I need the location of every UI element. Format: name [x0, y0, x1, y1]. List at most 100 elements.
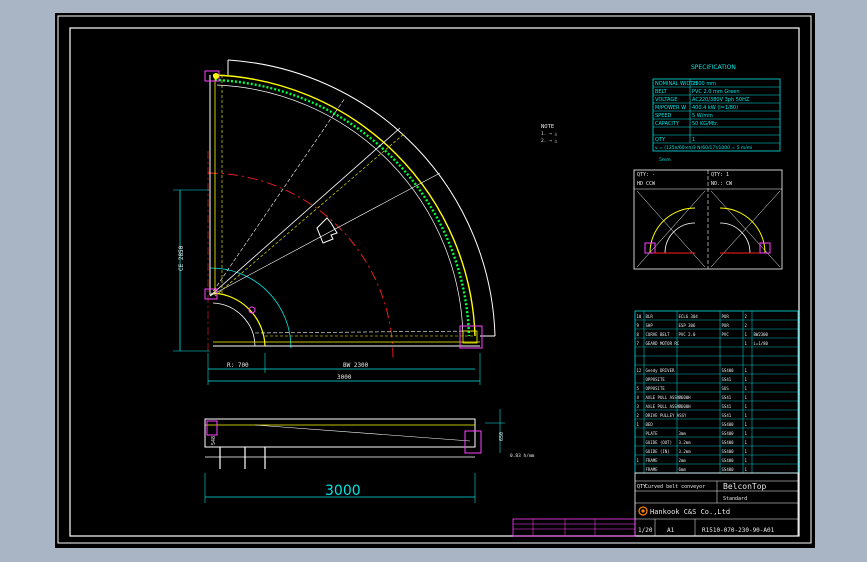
cad-drawing[interactable]: CE 2850 R: 700 BW 2300 3000 NOTE 1. → △ … — [55, 13, 815, 548]
bom-cell-r16-c0: 1 — [637, 458, 640, 463]
title-scale: 1/20 — [638, 527, 653, 534]
flow-direction-arrow — [316, 217, 338, 244]
side-dim-548: 548 — [211, 436, 217, 445]
side-pulley-left — [206, 420, 218, 436]
bom-cell-r10-c1: AXLE PULL ASSY — [646, 404, 680, 409]
bom-cell-r9-c2: Ø600H — [679, 395, 692, 400]
bom-cell-r9-c3: SS41 — [722, 395, 732, 400]
bom-cell-r2-c3: PVC — [722, 332, 730, 337]
bom-cell-r2-c1: CURVE BELT — [646, 332, 671, 337]
note-line-2: 2. → △ — [541, 138, 558, 144]
bom-cell-r12-c3: SS400 — [722, 422, 735, 427]
bom-cell-r16-c4: 1 — [745, 458, 748, 463]
bom-cell-r0-c1: BLR — [646, 314, 654, 319]
side-frame — [204, 418, 476, 448]
drawing-canvas[interactable]: CE 2850 R: 700 BW 2300 3000 NOTE 1. → △ … — [55, 13, 815, 548]
radial-line-1 — [209, 127, 401, 297]
layout-right-sub: NO.: CW — [711, 181, 733, 187]
bom-cell-r14-c3: SS400 — [722, 440, 735, 445]
spec-footnote: 5mm — [659, 157, 671, 163]
bom-cell-r3-c0: 7 — [637, 341, 640, 346]
plan-view[interactable]: CE 2850 R: 700 BW 2300 3000 — [173, 59, 496, 385]
height-dimension-label: CE 2850 — [178, 245, 185, 271]
title-block: QTY Curved belt conveyor BelconTop Stand… — [634, 472, 799, 537]
note-title: NOTE — [541, 124, 554, 130]
bom-cell-r6-c4: 1 — [745, 368, 748, 373]
bom-cell-r14-c2: 3.2mm — [679, 440, 692, 445]
spec-key-4: SPEED — [655, 113, 672, 119]
spec-title: SPECIFICATION — [691, 64, 736, 71]
bom-cell-r8-c4: 1 — [745, 386, 748, 391]
spec-key-0: NOMINAL WIDTH — [655, 81, 697, 87]
bom-cell-r15-c1: GUIDE (IN) — [646, 449, 670, 454]
bom-cell-r14-c1: GUIDE (OUT) — [646, 440, 673, 445]
bom-cell-r11-c3: SS41 — [722, 413, 732, 418]
pulley-top-dot — [213, 73, 219, 79]
title-company: Hankook C&S Co.,Ltd — [650, 508, 730, 516]
bom-cell-r7-c3: SS41 — [722, 377, 732, 382]
spec-val-5: 50 KG/Mtr. — [692, 121, 719, 127]
radial-line-4 — [209, 97, 346, 297]
revision-strip — [512, 518, 636, 537]
title-sheet-size: A1 — [667, 527, 675, 534]
bom-cell-r13-c4: 1 — [745, 431, 748, 436]
spec-val-0: 2300 mm — [692, 81, 716, 87]
belt-width-label: BW 2300 — [343, 362, 369, 369]
sheet-inner-border — [69, 27, 800, 537]
radial-line-3 — [209, 172, 441, 297]
bom-cell-r6-c1: Geedy DRIVER — [646, 368, 675, 373]
bom-cell-r3-c5: i=1/80 — [754, 341, 769, 346]
total-width-label: 3000 — [337, 374, 352, 381]
radius-label: R: 700 — [227, 362, 249, 369]
bom-cell-r1-c2: ESP 306 — [679, 323, 696, 328]
bom-cell-r10-c2: Ø600H — [679, 404, 692, 409]
layout-left-sub: HD CCW — [637, 181, 656, 187]
spec-key-5: CAPACITY — [655, 121, 680, 127]
bom-cell-r3-c4: 1 — [745, 341, 748, 346]
bom-cell-r7-c1: OPPOSITE — [646, 377, 666, 382]
side-diagonal — [254, 424, 471, 442]
radial-line-5 — [254, 330, 476, 334]
bom-cell-r9-c0: 4 — [637, 395, 640, 400]
bom-cell-r13-c3: SS400 — [722, 431, 735, 436]
bom-cell-r8-c1: OPPOSITE — [646, 386, 666, 391]
spec-val-6: 1 — [692, 137, 695, 143]
bom-cell-r2-c0: 8 — [637, 332, 640, 337]
note-block: NOTE 1. → △ 2. → △ — [541, 124, 558, 144]
bom-cell-r0-c3: PUR — [722, 314, 730, 319]
bom-cell-r11-c4: 1 — [745, 413, 748, 418]
side-dim-650: 650 — [499, 432, 505, 441]
spec-key-1: BELT — [655, 89, 668, 95]
spec-val-1: PVC 2.0 mm Green — [692, 89, 740, 95]
radial-line-2 — [214, 132, 406, 297]
bom-cell-r17-c1: FRAME — [646, 467, 659, 472]
bom-cell-r8-c3: SUS — [722, 386, 730, 391]
title-description: Curved belt conveyor — [645, 484, 705, 490]
bom-cell-r17-c3: SS400 — [722, 467, 735, 472]
bom-cell-r2-c5: BW2300 — [754, 332, 769, 337]
company-logo — [638, 506, 648, 516]
bom-cell-r13-c2: 3mm — [679, 431, 687, 436]
spec-val-3: 400.4 kW (i=1/80) — [692, 105, 738, 111]
spec-key-2: VOLTAGE — [655, 97, 677, 103]
layout-left-head: QTY: - — [637, 172, 655, 178]
bom-cell-r11-c1: DRIVE PULLEY ASSY — [646, 413, 688, 418]
bill-of-materials-table: 10 BLR ECL6 304 PUR 2 9 SHP ESP 306 PUR 2 8 CURVE B… — [634, 310, 799, 474]
side-elevation[interactable]: 548 650 0.83 h/mm 3000 — [204, 409, 535, 503]
bom-cell-r12-c1: BED — [646, 422, 654, 427]
bom-cell-r9-c4: 1 — [745, 395, 748, 400]
bom-cell-r1-c1: SHP — [646, 323, 654, 328]
bom-cell-r2-c4: 1 — [745, 332, 748, 337]
bom-cell-r10-c3: SS41 — [722, 404, 732, 409]
bom-cell-r16-c2: 2mm — [679, 458, 687, 463]
layout-diagram-box: QTY: - HD CCW QTY: 1 NO.: CW — [633, 169, 783, 270]
side-drive-motor — [464, 430, 482, 454]
bom-cell-r15-c4: 1 — [745, 449, 748, 454]
bom-cell-r0-c0: 10 — [637, 314, 642, 319]
bom-cell-r0-c4: 2 — [745, 314, 748, 319]
belt-inner-edge — [212, 292, 266, 347]
bom-cell-r17-c2: 6mm — [679, 467, 687, 472]
belt-outer-edge — [212, 74, 476, 337]
bom-cell-r14-c4: 1 — [745, 440, 748, 445]
bom-cell-r12-c4: 1 — [745, 422, 748, 427]
